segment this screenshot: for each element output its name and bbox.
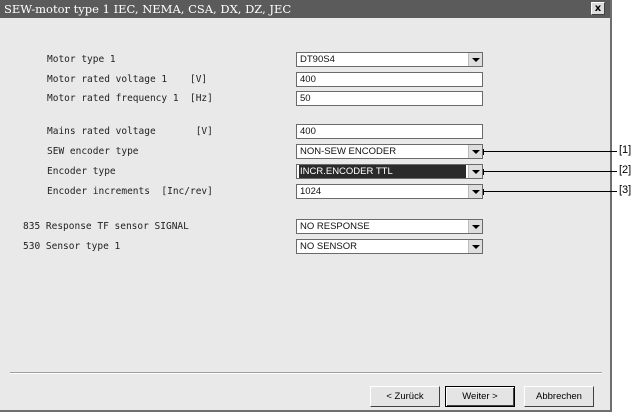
chevron-down-icon[interactable] <box>468 53 482 66</box>
title-bar: SEW-motor type 1 IEC, NEMA, CSA, DX, DZ,… <box>0 0 610 18</box>
rated-voltage-label: Motor rated voltage 1 [V] <box>47 74 208 85</box>
encoder-type-select[interactable]: INCR.ENCODER TTL <box>296 164 483 179</box>
sew-encoder-type-value: NON-SEW ENCODER <box>300 146 397 157</box>
callout-tick-3 <box>483 189 484 195</box>
chevron-down-icon[interactable] <box>468 145 482 158</box>
callout-tick-2 <box>483 169 484 175</box>
chevron-down-icon[interactable] <box>468 185 482 198</box>
tf-sensor-select[interactable]: NO RESPONSE <box>296 219 483 234</box>
sew-encoder-type-select[interactable]: NON-SEW ENCODER <box>296 144 483 159</box>
callout-line-3 <box>483 191 617 192</box>
encoder-type-label: Encoder type <box>47 166 116 177</box>
tf-sensor-label: 835 Response TF sensor SIGNAL <box>23 221 189 232</box>
mains-voltage-input[interactable]: 400 <box>296 124 483 139</box>
rated-frequency-input[interactable]: 50 <box>296 91 483 106</box>
rated-voltage-input[interactable]: 400 <box>296 72 483 87</box>
callout-line-2 <box>483 171 617 172</box>
encoder-increments-value: 1024 <box>300 186 322 197</box>
motor-type-select[interactable]: DT90S4 <box>296 52 483 67</box>
rated-frequency-label: Motor rated frequency 1 [Hz] <box>47 93 213 104</box>
callout-label-3: [3] <box>619 184 632 196</box>
mains-voltage-label: Mains rated voltage [V] <box>47 126 213 137</box>
next-button[interactable]: Weiter > <box>445 386 515 407</box>
tf-sensor-value: NO RESPONSE <box>300 221 370 232</box>
close-button[interactable]: x <box>591 2 605 15</box>
encoder-increments-label: Encoder increments [Inc/rev] <box>47 186 213 197</box>
chevron-down-icon[interactable] <box>468 220 482 233</box>
chevron-down-icon[interactable] <box>468 165 482 178</box>
chevron-down-icon[interactable] <box>468 240 482 253</box>
callout-line-1 <box>483 151 617 152</box>
encoder-type-value: INCR.ENCODER TTL <box>299 165 466 178</box>
motor-type-value: DT90S4 <box>300 54 335 65</box>
sensor-type-label: 530 Sensor type 1 <box>23 241 121 252</box>
encoder-increments-select[interactable]: 1024 <box>296 184 483 199</box>
callout-label-1: [1] <box>619 144 632 156</box>
sensor-type-value: NO SENSOR <box>300 241 358 252</box>
wizard-dialog: SEW-motor type 1 IEC, NEMA, CSA, DX, DZ,… <box>0 0 612 412</box>
cancel-button[interactable]: Abbrechen <box>524 386 594 407</box>
back-button[interactable]: < Zurück <box>370 386 440 407</box>
callout-tick-1 <box>483 149 484 155</box>
window-title: SEW-motor type 1 IEC, NEMA, CSA, DX, DZ,… <box>4 2 292 16</box>
callout-label-2: [2] <box>619 164 632 176</box>
sew-encoder-type-label: SEW encoder type <box>47 146 139 157</box>
motor-type-label: Motor type 1 <box>47 54 116 65</box>
footer-divider <box>10 372 602 374</box>
sensor-type-select[interactable]: NO SENSOR <box>296 239 483 254</box>
